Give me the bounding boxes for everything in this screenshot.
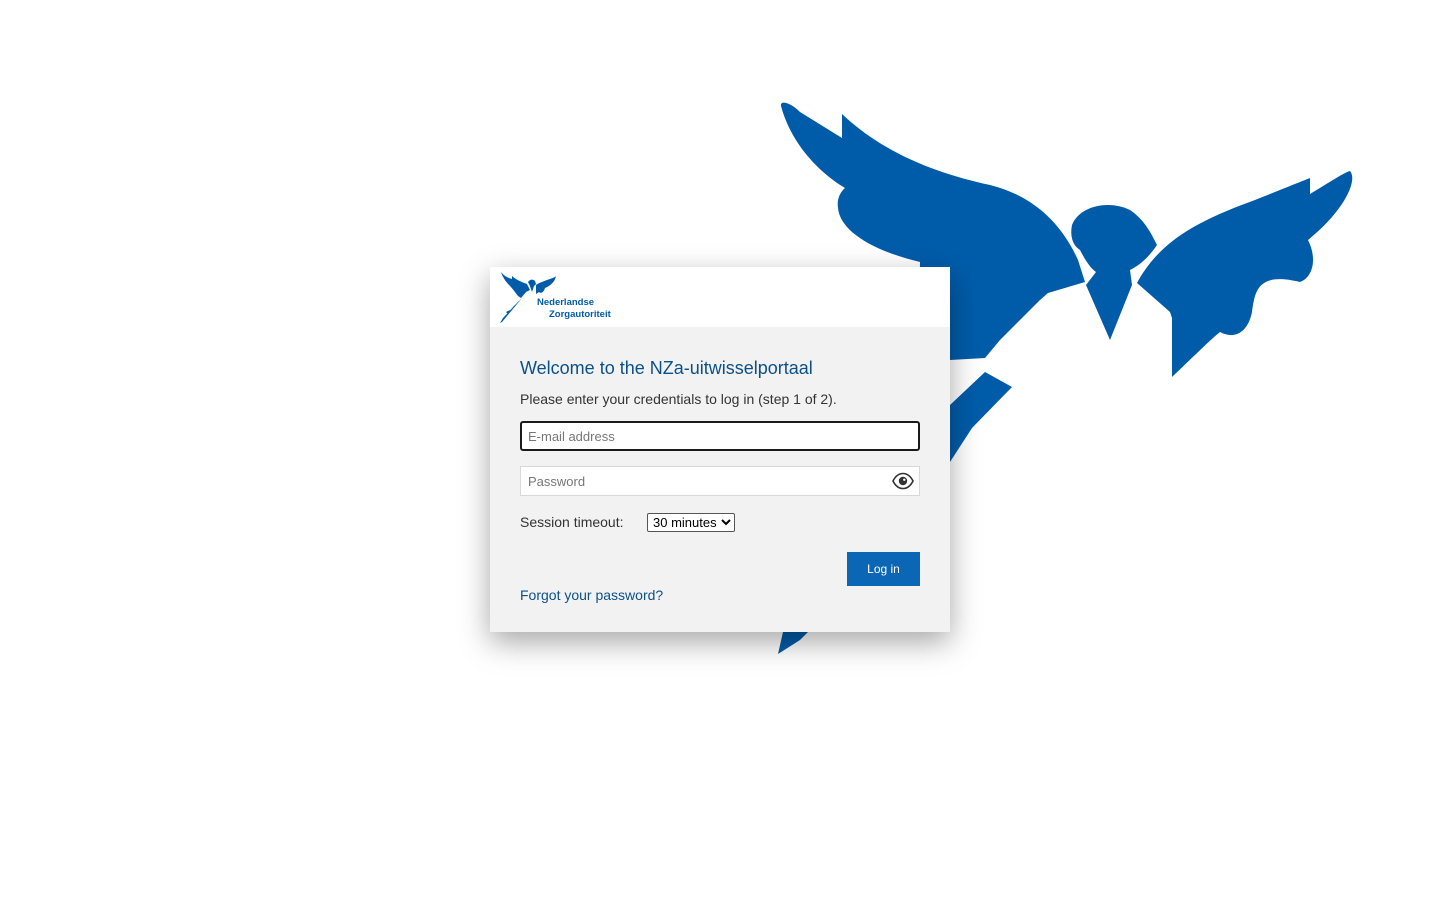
password-field-wrapper <box>520 466 920 496</box>
login-card: Nederlandse Zorgautoriteit Welcome to th… <box>490 267 950 632</box>
session-timeout-label: Session timeout: <box>520 514 624 530</box>
nza-logo: Nederlandse Zorgautoriteit <box>500 272 612 323</box>
card-body: Welcome to the NZa-uitwisselportaal Plea… <box>490 327 950 603</box>
login-button[interactable]: Log in <box>847 552 920 586</box>
session-timeout-select[interactable]: 30 minutes <box>647 512 735 532</box>
logo-text-line2: Zorgautoriteit <box>549 309 612 320</box>
session-timeout-row: Session timeout: 30 minutes <box>520 512 920 532</box>
forgot-password-link[interactable]: Forgot your password? <box>520 587 663 603</box>
login-instructions: Please enter your credentials to log in … <box>520 391 837 407</box>
password-field[interactable] <box>520 466 920 496</box>
logo-text-line1: Nederlandse <box>537 297 594 308</box>
email-field[interactable] <box>520 421 920 451</box>
eye-icon[interactable] <box>892 472 914 490</box>
card-header: Nederlandse Zorgautoriteit <box>490 267 950 327</box>
page-title: Welcome to the NZa-uitwisselportaal <box>520 358 813 378</box>
